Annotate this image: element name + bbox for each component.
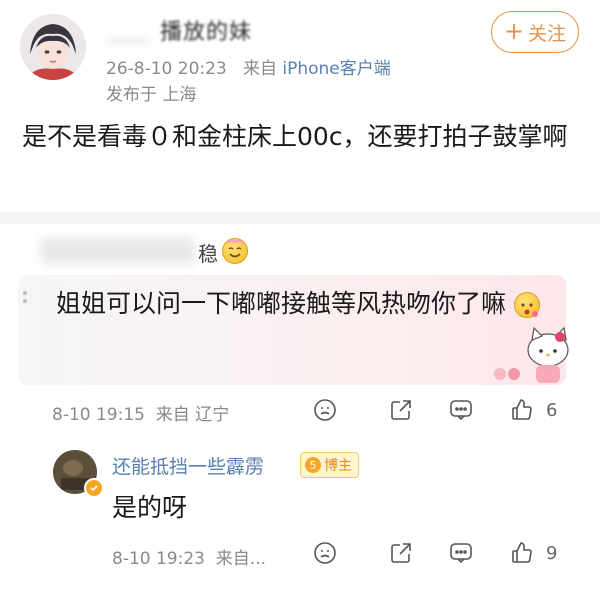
badge-icon: 5	[305, 457, 321, 473]
reply-to-name-tail: 稳	[198, 242, 218, 266]
blurred-name	[40, 238, 195, 264]
reply-author-name[interactable]: 还能抵挡一些霹雳	[112, 452, 264, 479]
emoji-react-icon[interactable]	[313, 541, 337, 565]
quoted-comment-meta: 8-10 19:15 来自 辽宁	[52, 400, 229, 425]
share-icon[interactable]	[389, 541, 413, 565]
post-via: 来自	[242, 59, 277, 79]
reply-meta: 8-10 19:23 来自...	[112, 544, 266, 569]
like-count: 9	[546, 543, 558, 564]
section-divider	[0, 212, 600, 224]
author-badge-label: 博主	[324, 458, 352, 474]
avatar-illustration	[20, 14, 86, 80]
emoji-icon	[513, 292, 540, 318]
follow-label: 关注	[528, 22, 567, 45]
reply-location: 来自...	[215, 549, 267, 569]
post-body-text: 是不是看毒０和金柱床上00c，还要打拍子鼓掌啊	[22, 122, 568, 151]
quoted-comment-text-content: 姐姐可以问一下嘟嘟接触等风热吻你了嘛	[56, 289, 507, 318]
author-badge: 5 博主	[300, 452, 359, 478]
like-icon[interactable]	[510, 397, 534, 421]
quoted-comment-date: 8-10 19:15	[52, 405, 145, 425]
hello-kitty-decoration	[486, 320, 576, 390]
like-icon[interactable]	[510, 540, 534, 564]
post-source: iPhone客户端	[282, 59, 391, 79]
reply-date: 8-10 19:23	[112, 549, 205, 569]
quote-marker	[22, 290, 27, 312]
post-meta: 26-8-10 20:23 来自 iPhone客户端	[106, 54, 391, 79]
post-location: 发布于 上海	[106, 85, 197, 105]
comment-icon[interactable]	[449, 398, 473, 422]
quoted-comment-text: 姐姐可以问一下嘟嘟接触等风热吻你了嘛	[56, 284, 556, 324]
like-count: 6	[546, 400, 558, 421]
post-date: 26-8-10 20:23	[106, 59, 227, 79]
post-author-avatar[interactable]	[20, 14, 86, 80]
share-icon[interactable]	[389, 398, 413, 422]
follow-button[interactable]: + 关注	[491, 11, 579, 53]
emoji-react-icon[interactable]	[313, 398, 337, 422]
blurred-name-part: ＿＿	[106, 20, 153, 45]
verified-badge-icon	[84, 478, 104, 498]
post-author-name[interactable]: ＿＿ 播放的妹	[106, 14, 252, 46]
quoted-comment-location: 来自 辽宁	[155, 405, 230, 425]
reply-text: 是的呀	[112, 493, 188, 522]
comment-icon[interactable]	[449, 541, 473, 565]
post-author-name-text: 播放的妹	[160, 20, 253, 45]
plus-icon: +	[503, 17, 525, 45]
reply-to-header: 稳	[0, 232, 600, 272]
emoji-icon	[222, 238, 248, 264]
